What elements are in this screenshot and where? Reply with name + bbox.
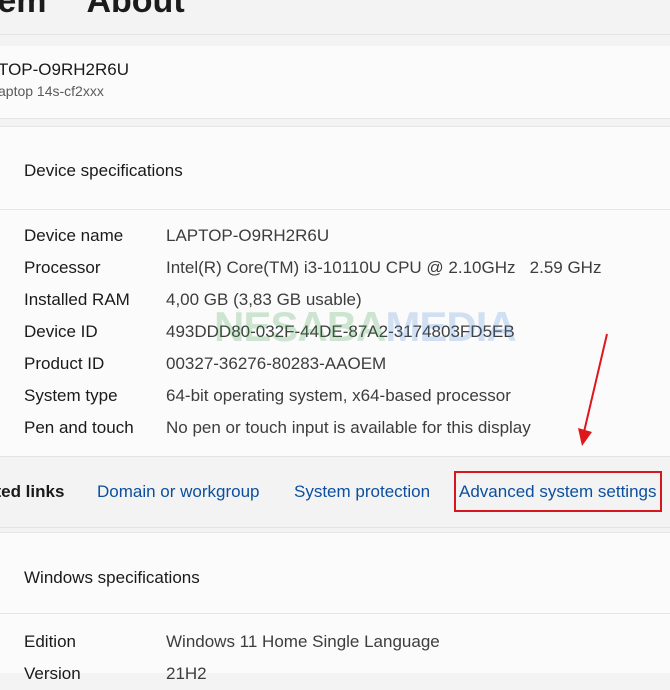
device-specifications-title: Device specifications <box>24 161 183 180</box>
spec-label: Device ID <box>24 322 98 341</box>
spec-value: 64-bit operating system, x64-based proce… <box>166 386 511 405</box>
device-model: aptop 14s-cf2xxx <box>0 83 104 99</box>
annotation-arrow-icon <box>578 333 608 446</box>
spec-label: Product ID <box>24 354 105 373</box>
spec-label: Edition <box>24 632 76 651</box>
spec-label: Processor <box>24 258 101 277</box>
spec-value: LAPTOP-O9RH2R6U <box>166 226 330 245</box>
related-links-bar: ated links Domain or workgroup System pr… <box>0 456 670 528</box>
spec-value: 4,00 GB (3,83 GB usable) <box>166 290 362 309</box>
breadcrumb-parent[interactable]: tem <box>0 0 46 20</box>
device-card: TOP-O9RH2R6U aptop 14s-cf2xxx <box>0 46 670 119</box>
spec-value: 493DDD80-032F-44DE-87A2-3174803FD5EB <box>166 322 515 341</box>
spec-value: 00327-36276-80283-AAOEM <box>166 354 387 373</box>
highlight-box <box>454 471 662 512</box>
spec-row-device-name: Device name LAPTOP-O9RH2R6U <box>0 220 670 252</box>
breadcrumb: tem About <box>0 0 185 21</box>
domain-or-workgroup-link[interactable]: Domain or workgroup <box>97 482 260 502</box>
spec-label: Installed RAM <box>24 290 130 309</box>
system-protection-link[interactable]: System protection <box>294 482 430 502</box>
windows-specifications-header[interactable]: Windows specifications <box>0 533 670 614</box>
device-specifications-header[interactable]: Device specifications <box>0 127 670 210</box>
spec-label: Pen and touch <box>24 418 134 437</box>
device-name: TOP-O9RH2R6U <box>0 60 129 79</box>
windows-specifications-panel: Windows specifications Edition Windows 1… <box>0 532 670 683</box>
divider <box>0 34 670 35</box>
spec-row-processor: Processor Intel(R) Core(TM) i3-10110U CP… <box>0 252 670 284</box>
page-title: About <box>86 0 185 20</box>
spec-row-version: Version 21H2 <box>0 658 670 690</box>
spec-row-installed-ram: Installed RAM 4,00 GB (3,83 GB usable) <box>0 284 670 316</box>
spec-value: No pen or touch input is available for t… <box>166 418 531 437</box>
spec-row-edition: Edition Windows 11 Home Single Language <box>0 626 670 658</box>
spec-value: Windows 11 Home Single Language <box>166 632 440 651</box>
spec-value: 21H2 <box>166 664 207 683</box>
related-links-label: ated links <box>0 482 65 501</box>
spec-label: Version <box>24 664 81 683</box>
spec-label: System type <box>24 386 118 405</box>
spec-label: Device name <box>24 226 124 245</box>
windows-specifications-title: Windows specifications <box>24 568 200 587</box>
spec-value: Intel(R) Core(TM) i3-10110U CPU @ 2.10GH… <box>166 258 602 277</box>
